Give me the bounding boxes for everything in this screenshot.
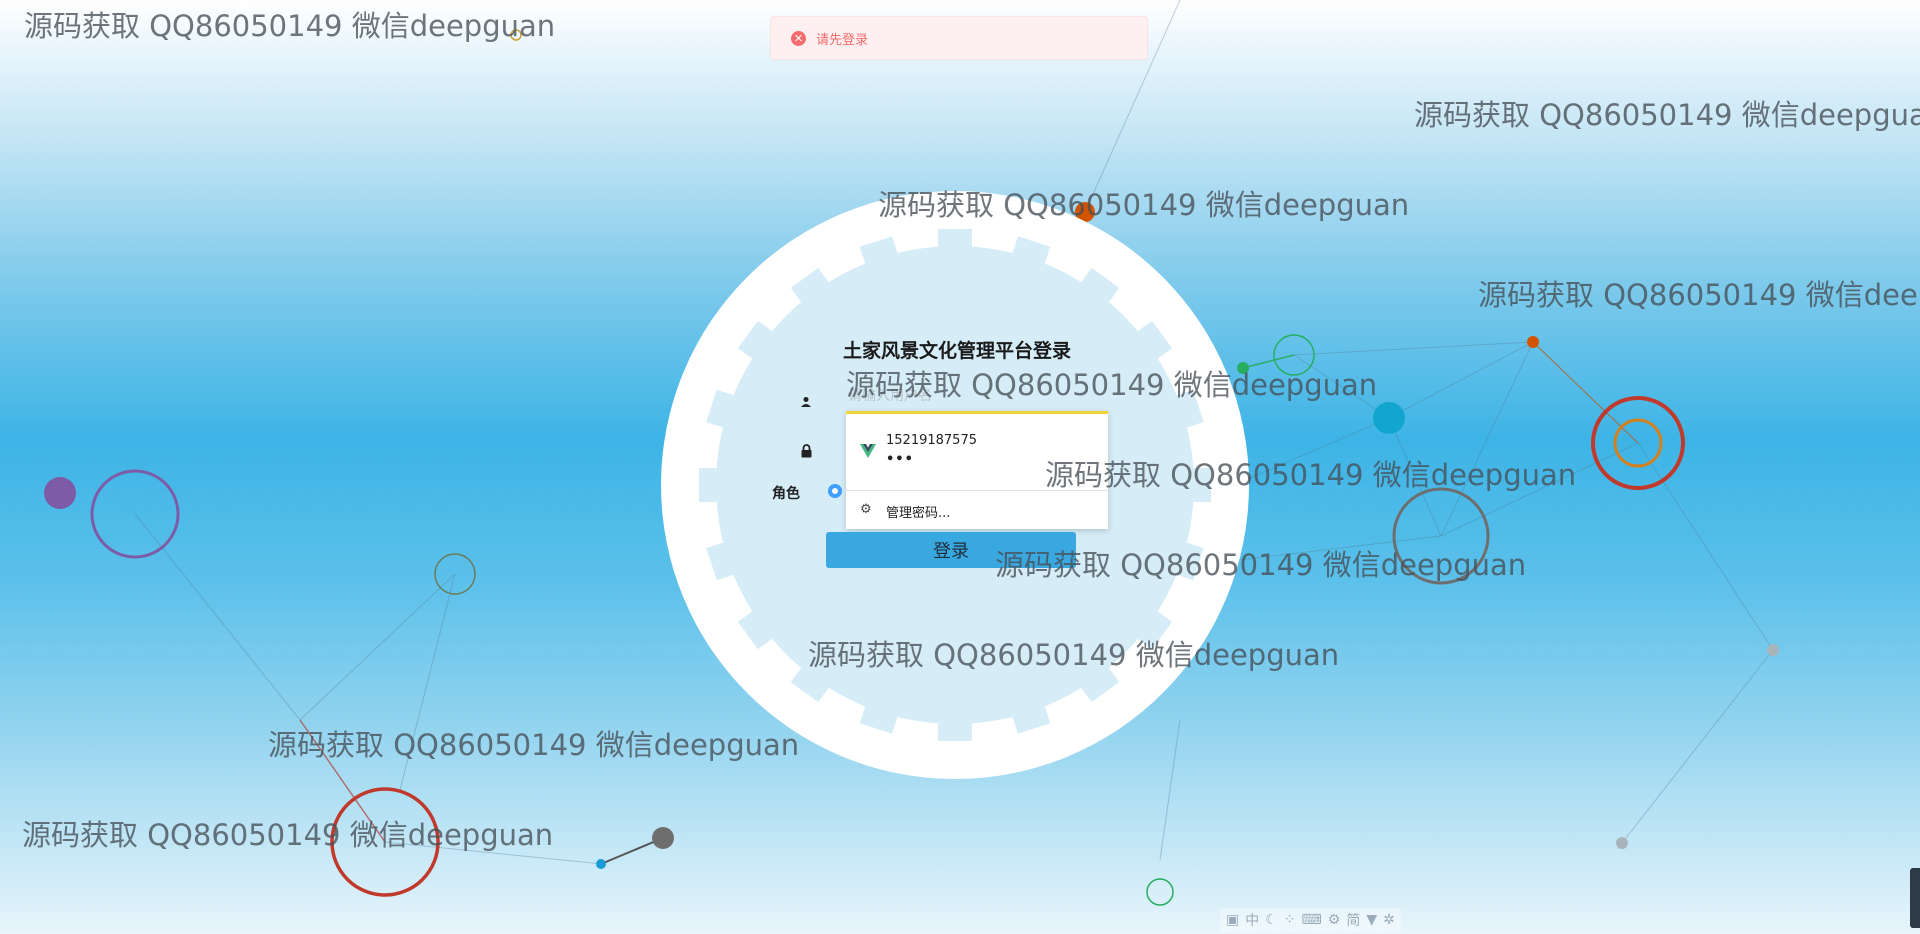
manage-passwords-item[interactable]: ⚙ 管理密码... [846, 491, 1108, 529]
settings-icon[interactable]: ⚙ [1328, 912, 1341, 928]
watermark-text: 源码获取 QQ86050149 微信deepguan [808, 638, 1340, 672]
moon-icon[interactable]: ☾ [1265, 912, 1278, 928]
logo-icon[interactable]: ▣ [1226, 912, 1239, 928]
watermark-text: 源码获取 QQ86050149 微信deepguan [268, 728, 800, 762]
side-panel-tab[interactable] [1910, 868, 1920, 928]
watermark-text: 源码获取 QQ86050149 微信deepguan [1478, 278, 1920, 312]
watermark-text: 源码获取 QQ86050149 微信deepguan [1045, 458, 1577, 492]
error-toast: ✕ 请先登录 [770, 16, 1148, 60]
watermark-text: 源码获取 QQ86050149 微信deepguan [846, 368, 1378, 402]
ime-toolbar: ▣ 中 ☾ ⁘ ⌨ ⚙ 简 ▼ ✲ [1220, 908, 1401, 932]
saved-password-mask: ••• [886, 452, 914, 467]
saved-username: 15219187575 [886, 433, 977, 448]
circle-x-icon: ✕ [791, 30, 806, 46]
role-label: 角色 [772, 486, 800, 502]
login-title: 土家风景文化管理平台登录 [843, 340, 1072, 362]
ime-lang[interactable]: 中 [1245, 910, 1259, 930]
user-icon [800, 396, 812, 412]
gear-icon: ⚙ [860, 502, 872, 517]
gear-icon[interactable]: ✲ [1383, 912, 1395, 928]
lock-icon [800, 444, 813, 462]
watermark-text: 源码获取 QQ86050149 微信deepguan [22, 818, 554, 852]
shirt-icon[interactable]: ▼ [1366, 912, 1377, 928]
watermark-text: 源码获取 QQ86050149 微信deepguan [995, 548, 1527, 582]
dots-icon[interactable]: ⁘ [1284, 912, 1296, 928]
role-radio[interactable] [828, 484, 842, 498]
ime-mode[interactable]: 简 [1346, 910, 1360, 930]
watermark-text: 源码获取 QQ86050149 微信deepguan [24, 9, 556, 43]
manage-passwords-label: 管理密码... [886, 506, 951, 521]
watermark-text: 源码获取 QQ86050149 微信deepguan [878, 188, 1410, 222]
toast-message: 请先登录 [816, 32, 869, 48]
watermark-text: 源码获取 QQ86050149 微信deepguan [1414, 98, 1920, 132]
keyboard-icon[interactable]: ⌨ [1302, 912, 1322, 928]
vue-logo-icon [860, 444, 876, 458]
